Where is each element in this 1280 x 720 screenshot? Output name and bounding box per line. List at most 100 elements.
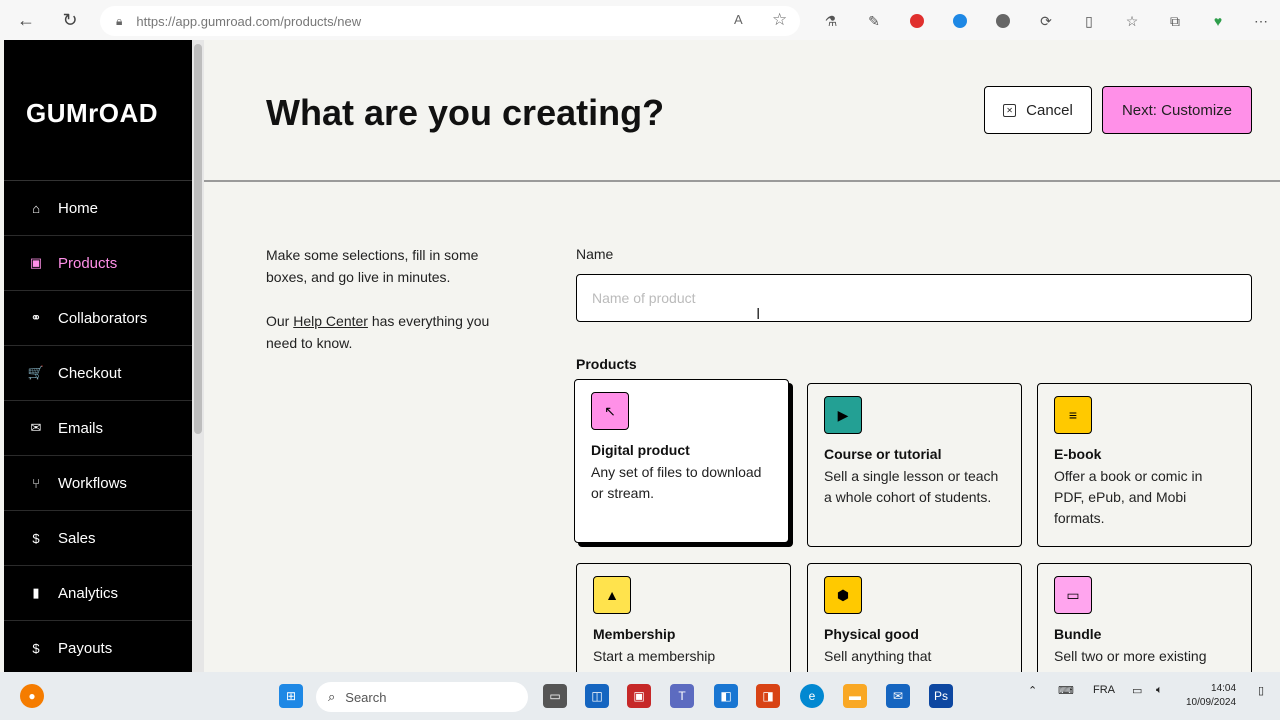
scrollbar-thumb[interactable]	[194, 44, 202, 434]
sidebar-item-checkout[interactable]: 🛒 Checkout	[4, 346, 192, 401]
app-icon[interactable]: ▣	[627, 684, 651, 708]
product-name-input[interactable]	[576, 274, 1252, 322]
physical-good-icon: ⬢	[824, 576, 862, 614]
main-content: What are you creating? ✕ Cancel Next: Cu…	[204, 40, 1280, 683]
sidebar-item-label: Payouts	[58, 640, 113, 657]
header-divider	[204, 180, 1280, 182]
help-text: Our Help Center has everything you need …	[266, 310, 516, 354]
bundle-icon: ▭	[1054, 576, 1092, 614]
heartbeat-icon[interactable]: ♥	[1207, 10, 1229, 32]
membership-icon: ▲	[593, 576, 631, 614]
mail-icon[interactable]: ✉	[886, 684, 910, 708]
network-icon[interactable]: ▭	[1132, 684, 1142, 697]
app-icon[interactable]: ◨	[756, 684, 780, 708]
chevron-up-icon[interactable]: ⌃	[1028, 684, 1037, 697]
url-text: https://app.gumroad.com/products/new	[136, 13, 362, 29]
app-icon[interactable]: ◧	[714, 684, 738, 708]
cancel-label: Cancel	[1026, 101, 1073, 119]
favorites-icon[interactable]: ☆	[1121, 10, 1143, 32]
sidebar-item-workflows[interactable]: ⑂ Workflows	[4, 456, 192, 511]
dollar-icon: $	[32, 530, 40, 546]
grey-extension-icon[interactable]	[992, 10, 1014, 32]
refresh-icon[interactable]: ↻	[58, 8, 82, 32]
volume-icon[interactable]: 🔈︎	[1156, 684, 1163, 697]
card-description: Sell two or more existing	[1054, 648, 1207, 664]
sidebar-item-label: Workflows	[58, 474, 127, 492]
teams-icon[interactable]: T	[670, 684, 694, 708]
next-customize-button[interactable]: Next: Customize	[1102, 86, 1252, 134]
product-card-membership[interactable]: ▲ Membership Start a membership	[576, 563, 791, 683]
file-explorer-icon[interactable]: ▬	[843, 684, 867, 708]
weather-widget-icon[interactable]: ●	[20, 684, 44, 708]
split-screen-icon[interactable]: ▯	[1078, 10, 1100, 32]
card-description: Offer a book or comic in PDF, ePub, and …	[1054, 468, 1203, 526]
keyboard-icon[interactable]: ⌨	[1058, 684, 1074, 697]
card-description: Start a membership	[593, 648, 716, 664]
card-description: Any set of files to download or stream.	[591, 464, 762, 501]
windows-start-icon[interactable]: ⊞	[279, 684, 303, 708]
sidebar-scrollbar[interactable]	[192, 40, 204, 672]
card-title: Bundle	[1054, 626, 1102, 642]
help-prefix: Our	[266, 313, 294, 329]
notification-icon[interactable]: ▯	[1258, 684, 1264, 697]
record-extension-icon[interactable]	[906, 10, 928, 32]
clock-time: 14:04	[1211, 683, 1237, 694]
course-icon: ▶	[824, 396, 862, 434]
digital-product-icon: ↖	[591, 392, 629, 430]
taskbar-search[interactable]: ⌕ Search	[316, 682, 528, 712]
sidebar-item-collaborators[interactable]: ⚭ Collaborators	[4, 291, 192, 346]
address-bar[interactable]: 🔒︎ https://app.gumroad.com/products/new	[100, 6, 800, 36]
extension-icon[interactable]: ⚗	[820, 10, 842, 32]
store-icon[interactable]: ◫	[585, 684, 609, 708]
language-indicator[interactable]: FRA	[1093, 684, 1115, 696]
more-icon[interactable]: ⋯	[1250, 10, 1272, 32]
search-icon: ⌕	[328, 689, 336, 704]
product-card-bundle[interactable]: ▭ Bundle Sell two or more existing	[1037, 563, 1252, 683]
card-title: Membership	[593, 626, 676, 642]
sidebar-item-emails[interactable]: ✉ Emails	[4, 401, 192, 456]
page-title: What are you creating?	[266, 92, 665, 133]
product-card-ebook[interactable]: ≡ E-book Offer a book or comic in PDF, e…	[1037, 383, 1252, 547]
cancel-button[interactable]: ✕ Cancel	[984, 86, 1092, 134]
sidebar-item-label: Collaborators	[58, 309, 148, 327]
product-card-digital[interactable]: ↖ Digital product Any set of files to do…	[574, 379, 789, 543]
pen-extension-icon[interactable]: ✎	[863, 10, 885, 32]
read-aloud-icon[interactable]: A	[734, 12, 743, 27]
card-title: Course or tutorial	[824, 446, 942, 462]
sidebar-item-label: Analytics	[58, 584, 119, 602]
product-card-course[interactable]: ▶ Course or tutorial Sell a single lesso…	[807, 383, 1022, 547]
products-icon: ▣	[29, 255, 43, 270]
products-label: Products	[576, 356, 637, 372]
card-title: Digital product	[591, 442, 690, 458]
product-card-physical[interactable]: ⬢ Physical good Sell anything that	[807, 563, 1022, 683]
lock-icon: 🔒︎	[116, 13, 123, 28]
photoshop-icon[interactable]: Ps	[929, 684, 953, 708]
next-label: Next: Customize	[1121, 101, 1233, 119]
ebook-icon: ≡	[1054, 396, 1092, 434]
back-icon[interactable]: ←	[14, 8, 38, 32]
clock-date: 10/09/2024	[1186, 697, 1237, 708]
home-icon: ⌂	[32, 200, 40, 216]
extensions-bar: ⚗ ✎ ⟳ ▯ ☆ ⧉ ♥ ⋯	[820, 10, 1280, 32]
sidebar-item-products[interactable]: ▣ Products	[4, 236, 192, 291]
sidebar-item-label: Checkout	[58, 364, 122, 382]
task-view-icon[interactable]: ▭	[543, 684, 567, 708]
taskbar-clock[interactable]: 14:04 10/09/2024	[1186, 682, 1236, 710]
sidebar-item-payouts[interactable]: $ Payouts	[4, 621, 192, 676]
blue-extension-icon[interactable]	[949, 10, 971, 32]
sidebar-item-sales[interactable]: $ Sales	[4, 511, 192, 566]
puzzle-icon[interactable]: ⟳	[1035, 10, 1057, 32]
card-title: E-book	[1054, 446, 1102, 462]
handshake-icon: ⚭	[30, 310, 42, 325]
sidebar-item-analytics[interactable]: ▮ Analytics	[4, 566, 192, 621]
favorite-star-icon[interactable]: ☆	[772, 10, 787, 30]
sidebar-item-home[interactable]: ⌂ Home	[4, 181, 192, 236]
gumroad-logo[interactable]: GUMrOAD	[26, 98, 158, 129]
sidebar-item-label: Sales	[58, 529, 96, 547]
help-center-link[interactable]: Help Center	[293, 313, 368, 329]
collections-icon[interactable]: ⧉	[1164, 10, 1186, 32]
edge-icon[interactable]: e	[800, 684, 824, 708]
sidebar-item-label: Home	[58, 199, 99, 217]
bar-chart-icon: ▮	[32, 585, 40, 600]
search-placeholder: Search	[345, 689, 387, 705]
